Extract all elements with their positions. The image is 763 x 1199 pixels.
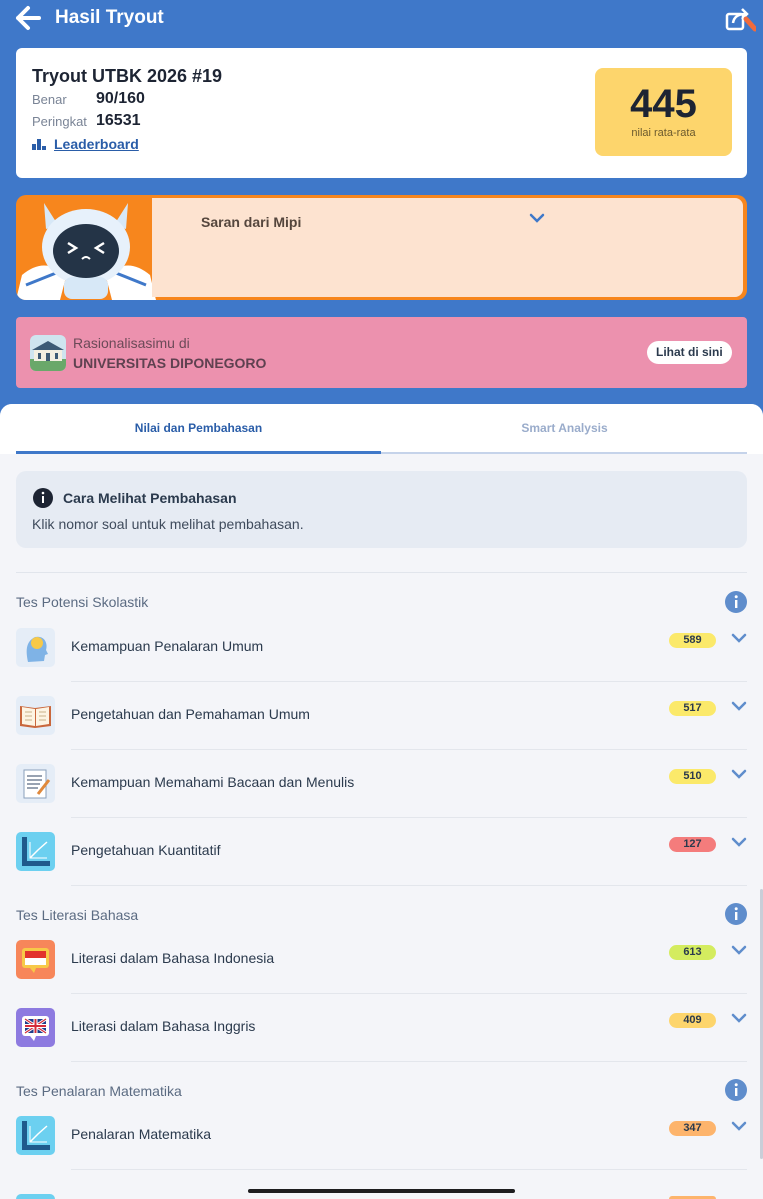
subtest-label: Kemampuan Penalaran Umum <box>71 638 264 654</box>
chevron-down-icon[interactable] <box>731 1012 747 1024</box>
chevron-down-icon[interactable] <box>731 768 747 780</box>
chevron-down-icon[interactable] <box>731 700 747 712</box>
open-book-icon <box>16 696 55 735</box>
lihat-button[interactable]: Lihat di sini <box>647 341 732 364</box>
score-box: 445 nilai rata-rata <box>595 68 732 156</box>
mipi-robot-icon <box>16 203 156 300</box>
writing-paper-icon <box>16 764 55 803</box>
university-name: UNIVERSITAS DIPONEGORO <box>73 355 267 371</box>
leaderboard-link[interactable]: Leaderboard <box>32 136 139 152</box>
ruler-graph-icon <box>16 1116 55 1155</box>
info-title: Cara Melihat Pembahasan <box>63 490 237 506</box>
section-title-tps: Tes Potensi Skolastik <box>16 594 149 610</box>
podium-icon <box>32 139 46 150</box>
tab-nilai-pembahasan[interactable]: Nilai dan Pembahasan <box>16 421 381 435</box>
university-building-icon <box>30 335 66 371</box>
subtest-row-partial[interactable] <box>0 1170 763 1199</box>
subtest-row[interactable]: Pengetahuan dan Pemahaman Umum 517 <box>0 682 763 750</box>
subtest-label: Pengetahuan Kuantitatif <box>71 842 221 858</box>
subtest-row[interactable]: Kemampuan Penalaran Umum 589 <box>0 614 763 682</box>
summary-card: Tryout UTBK 2026 #19 Benar 90/160 Pering… <box>16 48 747 178</box>
ruler-graph-icon <box>16 1194 55 1199</box>
chevron-down-icon[interactable] <box>731 836 747 848</box>
share-icon[interactable] <box>724 5 756 33</box>
tab-bar: Nilai dan Pembahasan Smart Analysis <box>0 404 763 454</box>
benar-value: 90/160 <box>96 90 145 107</box>
rasionalisasi-label: Rasionalisasimu di <box>73 335 190 351</box>
results-sheet: Nilai dan Pembahasan Smart Analysis Cara… <box>0 404 763 1199</box>
subtest-label: Literasi dalam Bahasa Indonesia <box>71 950 275 966</box>
section-info-icon[interactable] <box>725 591 747 613</box>
score-badge: 409 <box>669 1013 716 1028</box>
subtest-label: Penalaran Matematika <box>71 1126 212 1142</box>
subtest-row[interactable]: Literasi dalam Bahasa Indonesia 613 <box>0 926 763 994</box>
tab-indicator <box>16 451 381 454</box>
row-divider <box>71 885 747 886</box>
mipi-suggestion-card[interactable]: Saran dari Mipi <box>16 195 747 300</box>
mipi-title: Saran dari Mipi <box>201 214 302 230</box>
subtest-label: Pengetahuan dan Pemahaman Umum <box>71 706 310 722</box>
info-box: Cara Melihat Pembahasan Klik nomor soal … <box>16 471 747 548</box>
leaderboard-label[interactable]: Leaderboard <box>54 136 139 152</box>
back-arrow-icon[interactable] <box>14 4 42 32</box>
score-caption: nilai rata-rata <box>631 127 696 139</box>
peringkat-label: Peringkat <box>32 114 87 129</box>
chevron-down-icon[interactable] <box>731 944 747 956</box>
chevron-down-icon[interactable] <box>731 1120 747 1132</box>
tab-smart-analysis[interactable]: Smart Analysis <box>382 421 747 435</box>
benar-label: Benar <box>32 92 67 107</box>
section-title-matematika: Tes Penalaran Matematika <box>16 1083 182 1099</box>
row-divider <box>71 1061 747 1062</box>
uk-flag-chat-icon <box>16 1008 55 1047</box>
score-badge: 127 <box>669 837 716 852</box>
section-info-icon[interactable] <box>725 1079 747 1101</box>
chevron-down-icon[interactable] <box>529 212 545 224</box>
subtest-row[interactable]: Kemampuan Memahami Bacaan dan Menulis 51… <box>0 750 763 818</box>
divider <box>16 572 747 573</box>
section-title-literasi: Tes Literasi Bahasa <box>16 907 139 923</box>
peringkat-value: 16531 <box>96 112 141 129</box>
mipi-content: Saran dari Mipi <box>152 198 743 297</box>
section-info-icon[interactable] <box>725 903 747 925</box>
indonesia-flag-chat-icon <box>16 940 55 979</box>
app-bar: Hasil Tryout <box>0 0 763 38</box>
subtest-label: Kemampuan Memahami Bacaan dan Menulis <box>71 774 355 790</box>
tryout-title: Tryout UTBK 2026 #19 <box>32 66 223 86</box>
score-badge: 589 <box>669 633 716 648</box>
subtest-row[interactable]: Literasi dalam Bahasa Inggris 409 <box>0 994 763 1062</box>
ruler-graph-icon <box>16 832 55 871</box>
chevron-down-icon[interactable] <box>731 632 747 644</box>
score-badge: 347 <box>669 1121 716 1136</box>
rasionalisasi-card[interactable]: Rasionalisasimu di UNIVERSITAS DIPONEGOR… <box>16 317 747 388</box>
info-text: Klik nomor soal untuk melihat pembahasan… <box>32 516 304 532</box>
subtest-row[interactable]: Penalaran Matematika 347 <box>0 1102 763 1170</box>
score-badge: 510 <box>669 769 716 784</box>
home-indicator[interactable] <box>248 1189 515 1193</box>
score-badge: 517 <box>669 701 716 716</box>
subtest-label: Literasi dalam Bahasa Inggris <box>71 1018 256 1034</box>
score-badge: 613 <box>669 945 716 960</box>
tab-track <box>381 452 747 454</box>
brain-head-icon <box>16 628 55 667</box>
page-title: Hasil Tryout <box>55 7 164 28</box>
info-icon <box>33 488 53 508</box>
average-score: 445 <box>630 82 697 126</box>
subtest-row[interactable]: Pengetahuan Kuantitatif 127 <box>0 818 763 886</box>
